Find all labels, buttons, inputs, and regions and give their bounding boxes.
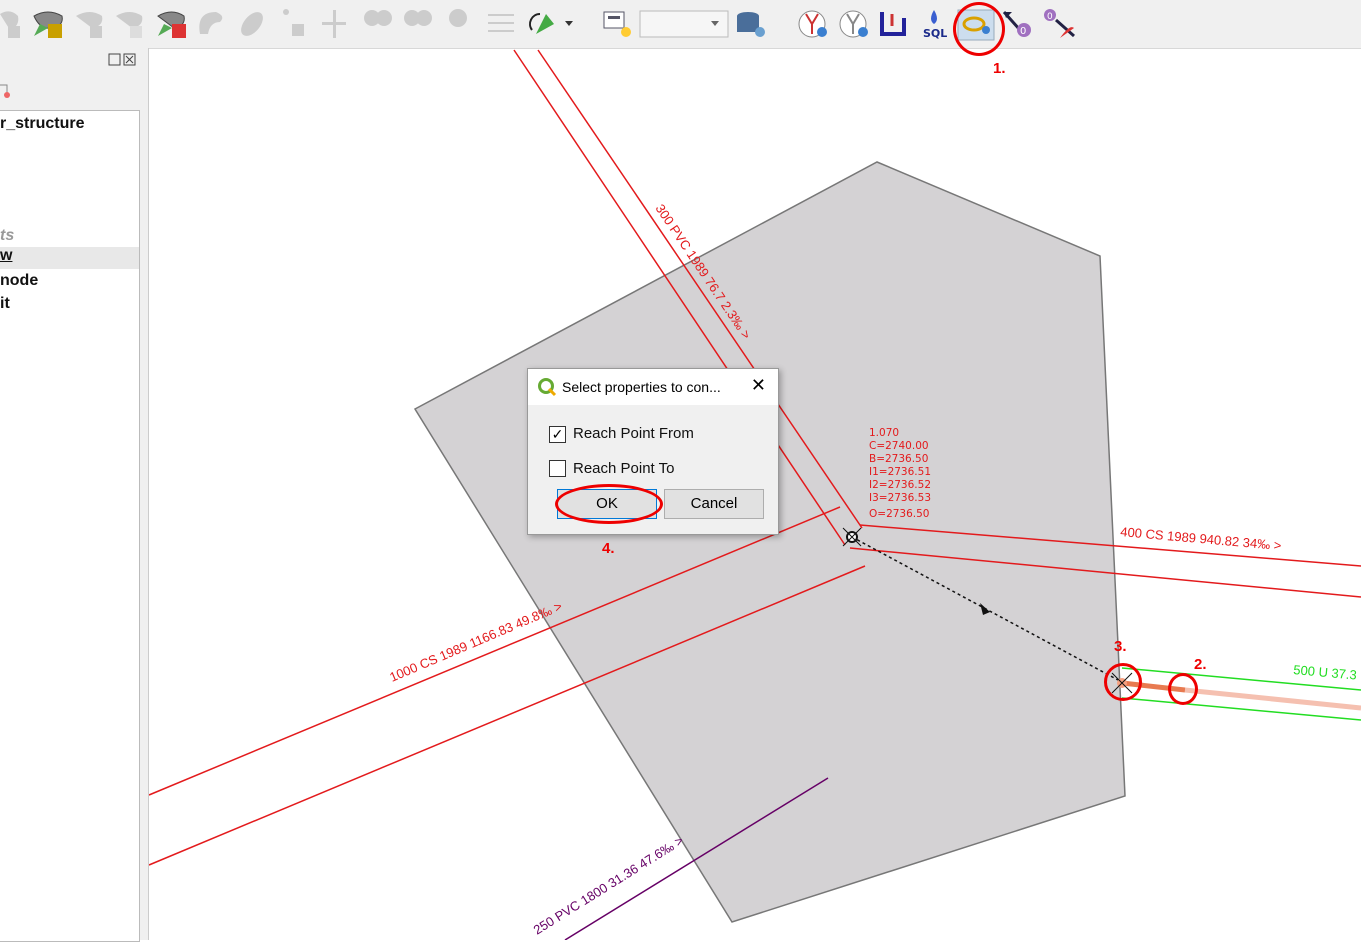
annotation-3: 3. bbox=[1114, 638, 1127, 655]
reach-point-to-checkbox[interactable] bbox=[549, 460, 566, 477]
add-ring-icon bbox=[33, 11, 63, 38]
pipe-250-label: 250 PVC 1800 31.36 47.6‰ > bbox=[531, 833, 686, 938]
rotate-point-icon bbox=[529, 13, 554, 34]
pipe-500-label: 500 U 37.3 bbox=[1293, 662, 1358, 682]
close-icon[interactable]: ✕ bbox=[751, 375, 766, 396]
svg-text:I1=2736.51: I1=2736.51 bbox=[869, 466, 931, 478]
layer-item[interactable]: node bbox=[0, 272, 38, 290]
svg-text:I3=2736.53: I3=2736.53 bbox=[869, 492, 931, 504]
layers-panel: r_structure ts w node it bbox=[0, 48, 149, 942]
polygon-area bbox=[413, 161, 1126, 923]
offset-icon bbox=[241, 12, 263, 36]
node-flag-icon: 0 bbox=[1002, 11, 1031, 37]
profile-icon bbox=[880, 12, 906, 36]
svg-text:B=2736.50: B=2736.50 bbox=[869, 453, 928, 465]
layer-group[interactable]: ts bbox=[0, 227, 14, 245]
dialog-titlebar: Select properties to con... ✕ bbox=[528, 369, 778, 405]
fill-ring-icon bbox=[76, 12, 103, 38]
layer-config-icon bbox=[603, 11, 631, 37]
svg-text:SQL: SQL bbox=[923, 27, 947, 40]
annotation-1: 1. bbox=[993, 60, 1006, 77]
toolbar-icons[interactable]: SQL 0 0 bbox=[0, 0, 1361, 48]
annotation-4: 4. bbox=[602, 540, 615, 557]
reach-point-to-label: Reach Point To bbox=[573, 460, 675, 477]
vertex-tool-icon bbox=[322, 10, 346, 38]
svg-text:1.070: 1.070 bbox=[869, 427, 899, 439]
delete-part-red-icon bbox=[157, 11, 186, 38]
annotation-circle-1 bbox=[953, 2, 1005, 56]
cancel-button[interactable]: Cancel bbox=[664, 489, 764, 519]
svg-text:0: 0 bbox=[1047, 12, 1053, 22]
layer-item[interactable]: it bbox=[0, 295, 10, 313]
svg-text:C=2740.00: C=2740.00 bbox=[869, 440, 929, 452]
layer-item[interactable]: r_structure bbox=[0, 115, 84, 133]
reach-point-from-checkbox[interactable]: ✓ bbox=[549, 426, 566, 443]
split-features-icon bbox=[364, 10, 392, 26]
simplify-icon bbox=[283, 9, 304, 36]
toolbar: SQL 0 0 bbox=[0, 0, 1361, 49]
downstream-icon bbox=[839, 10, 868, 38]
annotation-circle-4 bbox=[555, 484, 663, 524]
qgis-logo-icon bbox=[538, 378, 557, 397]
reach-flag-icon: 0 bbox=[1044, 9, 1075, 38]
dropdown-arrow-icon bbox=[565, 21, 573, 26]
merge-icon bbox=[449, 9, 467, 27]
reshape-icon bbox=[199, 12, 223, 34]
delete-ring-icon bbox=[116, 12, 143, 38]
align-icon bbox=[488, 14, 514, 32]
pipe-1000-label: 1000 CS 1989 1166.83 49.8‰ > bbox=[387, 598, 564, 684]
delete-part-icon bbox=[0, 11, 20, 38]
database-icon bbox=[737, 12, 765, 37]
layer-item-selected[interactable]: w bbox=[0, 247, 139, 269]
reach-point-from-label: Reach Point From bbox=[573, 425, 694, 442]
annotation-2: 2. bbox=[1194, 656, 1207, 673]
svg-text:O=2736.50: O=2736.50 bbox=[869, 508, 929, 520]
split-parts-icon bbox=[404, 10, 432, 26]
panel-float-close-icons[interactable] bbox=[108, 53, 138, 67]
annotation-circle-3 bbox=[1104, 663, 1142, 701]
layer-tree[interactable]: r_structure ts w node it bbox=[0, 110, 140, 942]
layer-icon bbox=[0, 84, 10, 98]
upstream-icon bbox=[798, 10, 827, 38]
sql-icon: SQL bbox=[923, 10, 947, 40]
dialog-title: Select properties to con... bbox=[562, 379, 721, 395]
annotation-circle-2 bbox=[1168, 673, 1198, 705]
svg-text:0: 0 bbox=[1020, 26, 1026, 37]
svg-text:I2=2736.52: I2=2736.52 bbox=[869, 479, 931, 491]
selected-reach-highlight bbox=[1184, 687, 1361, 711]
